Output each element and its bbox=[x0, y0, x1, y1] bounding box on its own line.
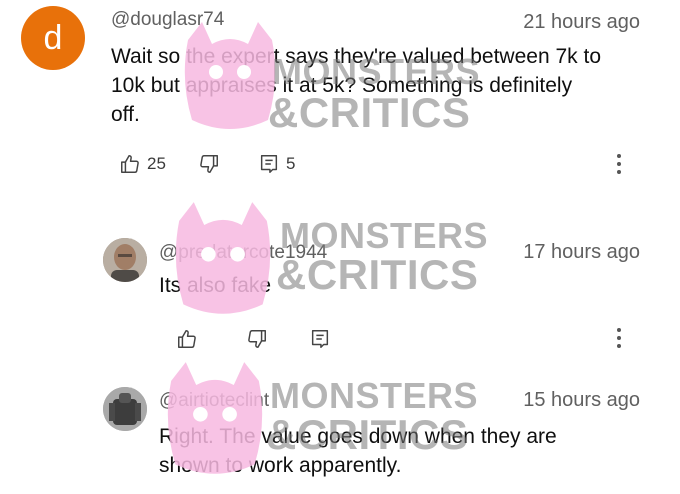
comment-timestamp: 21 hours ago bbox=[523, 11, 640, 33]
comment-author[interactable]: @douglasr74 bbox=[111, 9, 224, 31]
reply-comment-icon bbox=[260, 155, 278, 173]
thumbs-up-icon bbox=[178, 330, 196, 348]
more-vert-icon[interactable] bbox=[614, 150, 624, 178]
thumbs-up-icon bbox=[121, 155, 139, 173]
like-button[interactable]: 25 bbox=[119, 153, 166, 175]
avatar[interactable] bbox=[103, 387, 147, 431]
comment-text: Its also fake bbox=[159, 271, 639, 300]
avatar[interactable]: d bbox=[21, 6, 85, 70]
comment-line: Wait so the expert says they're valued b… bbox=[111, 45, 601, 68]
like-button[interactable] bbox=[176, 328, 198, 350]
reply-predatorcote1944: @predatorcote1944 17 hours ago Its also … bbox=[0, 200, 680, 360]
comment-author[interactable]: @predatorcote1944 bbox=[159, 242, 327, 264]
comment-line: Right. The value goes down when they are bbox=[159, 425, 557, 448]
comment-timestamp: 15 hours ago bbox=[523, 389, 640, 411]
comment-text: Right. The value goes down when they are… bbox=[159, 422, 639, 480]
replies-button[interactable]: 5 bbox=[258, 153, 295, 175]
avatar[interactable] bbox=[103, 238, 147, 282]
user-photo-icon bbox=[103, 387, 147, 431]
comment-text: Wait so the expert says they're valued b… bbox=[111, 42, 651, 129]
dislike-button[interactable] bbox=[198, 153, 220, 175]
comment-line: off. bbox=[111, 103, 140, 126]
comment-line: 10k but appraises it at 5k? Something is… bbox=[111, 74, 573, 97]
reply-airtioteclint: @airtioteclint 15 hours ago Right. The v… bbox=[0, 360, 680, 494]
comment-line: shown to work apparently. bbox=[159, 454, 402, 477]
comment-line: Its also fake bbox=[159, 274, 272, 297]
comment-timestamp: 17 hours ago bbox=[523, 241, 640, 263]
thumbs-down-icon bbox=[248, 330, 266, 348]
reply-button[interactable] bbox=[309, 328, 331, 350]
thumbs-down-icon bbox=[200, 155, 218, 173]
dislike-button[interactable] bbox=[246, 328, 268, 350]
reply-comment-icon bbox=[311, 330, 329, 348]
user-photo-icon bbox=[103, 238, 147, 282]
comment-author[interactable]: @airtioteclint bbox=[159, 390, 269, 412]
like-count: 25 bbox=[147, 154, 166, 173]
avatar-letter: d bbox=[43, 18, 63, 57]
more-vert-icon[interactable] bbox=[614, 324, 624, 352]
comment-douglasr74: d @douglasr74 21 hours ago Wait so the e… bbox=[0, 0, 680, 200]
reply-count: 5 bbox=[286, 154, 296, 173]
